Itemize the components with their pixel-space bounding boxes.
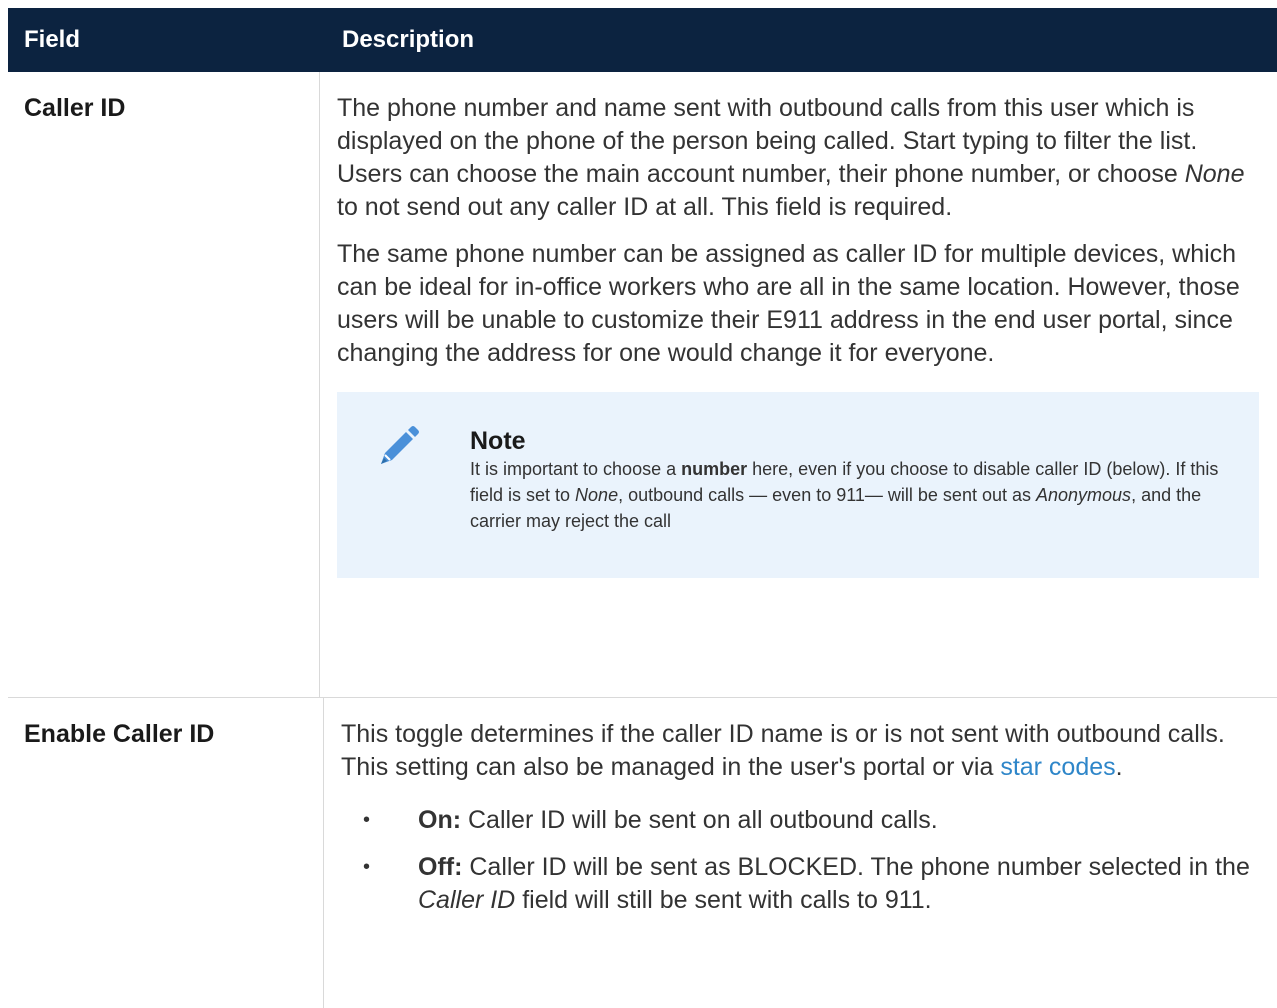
field-name-caller-id: Caller ID: [8, 72, 320, 697]
text: The phone number and name sent with outb…: [337, 94, 1198, 188]
option-text: Caller ID will be sent as BLOCKED. The p…: [462, 853, 1250, 881]
field-name-enable-caller-id: Enable Caller ID: [8, 698, 324, 1008]
description-enable-caller-id: This toggle determines if the caller ID …: [324, 698, 1277, 1008]
settings-table: Field Description Caller ID The phone nu…: [8, 8, 1277, 1008]
header-description: Description: [342, 26, 475, 53]
note-title: Note: [470, 427, 526, 455]
enable-caller-id-paragraph: This toggle determines if the caller ID …: [341, 718, 1259, 784]
emphasis: None: [1184, 160, 1245, 188]
option-text: Caller ID will be sent on all outbound c…: [461, 806, 938, 834]
text: It is important to choose a: [470, 459, 682, 479]
text: to not send out any caller ID at all. Th…: [337, 193, 953, 221]
caller-id-paragraph-2: The same phone number can be assigned as…: [337, 240, 1240, 367]
note-body: Note It is important to choose a number …: [470, 426, 1239, 534]
option-label: On:: [418, 806, 462, 834]
emphasis: Caller ID: [418, 886, 516, 914]
table-row-enable-caller-id: Enable Caller ID This toggle determines …: [8, 698, 1277, 1008]
options-list: • On: Caller ID will be sent on all outb…: [341, 804, 1259, 917]
list-item: • Off: Caller ID will be sent as BLOCKED…: [341, 851, 1259, 917]
header-field: Field: [24, 26, 81, 53]
text: .: [1115, 753, 1123, 781]
emphasis: Anonymous: [1036, 485, 1132, 505]
note-text: It is important to choose a number here,…: [470, 456, 1239, 534]
option-text: field will still be sent with calls to 9…: [515, 886, 932, 914]
pencil-icon: [371, 422, 423, 474]
caller-id-paragraph-1: The phone number and name sent with outb…: [337, 92, 1259, 224]
table-row-caller-id: Caller ID The phone number and name sent…: [8, 72, 1277, 698]
table-header: Field Description: [8, 8, 1277, 72]
description-caller-id: The phone number and name sent with outb…: [320, 72, 1277, 697]
text: , outbound calls — even to 911— will be …: [618, 485, 1036, 505]
emphasis: None: [575, 485, 619, 505]
bullet-icon: •: [363, 809, 371, 831]
star-codes-link[interactable]: star codes: [1000, 753, 1115, 781]
strong-text: number: [681, 459, 748, 479]
option-label: Off:: [418, 853, 463, 881]
list-item: • On: Caller ID will be sent on all outb…: [341, 804, 1259, 837]
bullet-icon: •: [363, 856, 371, 878]
note-callout: Note It is important to choose a number …: [337, 392, 1259, 578]
